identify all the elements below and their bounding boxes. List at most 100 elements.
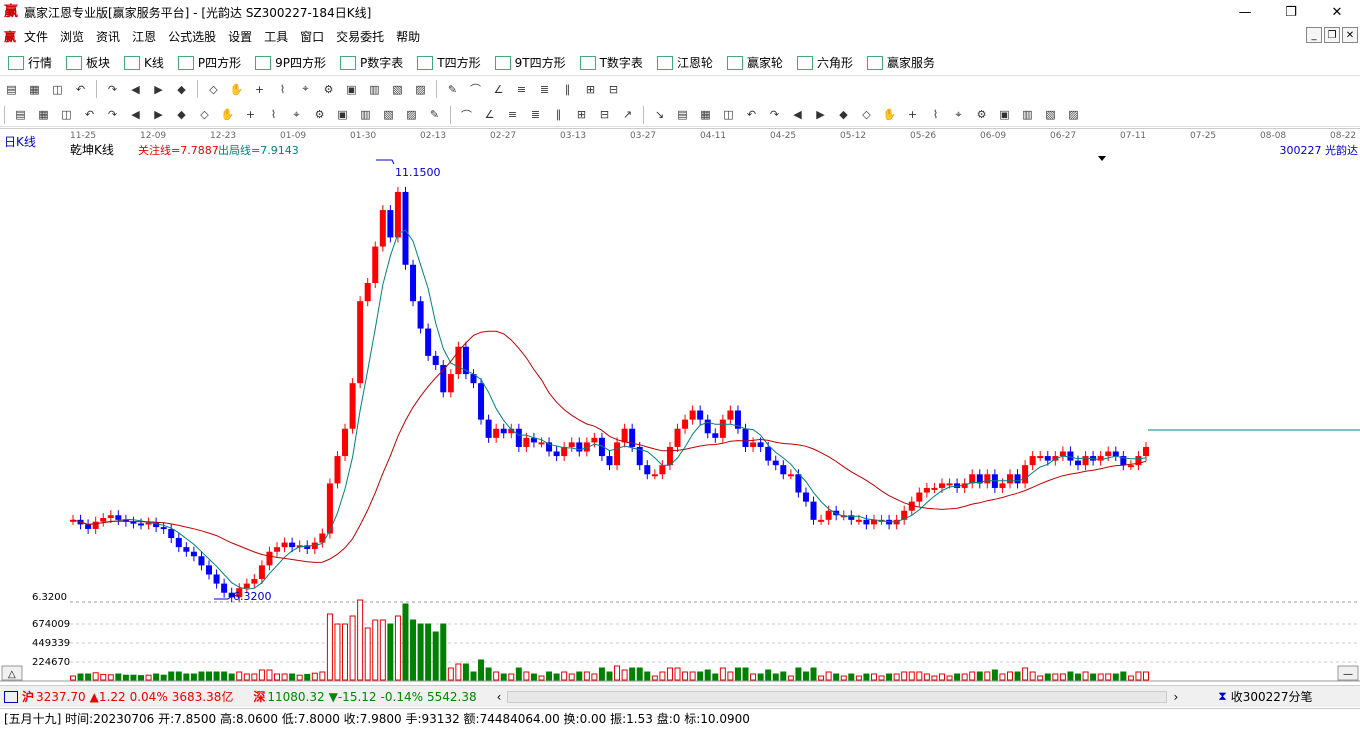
view-tool-20-icon[interactable]: ⌒ bbox=[468, 81, 484, 97]
toolbar-kline-button[interactable]: K线 bbox=[124, 54, 164, 71]
draw-tool-30-icon[interactable]: ▦ bbox=[698, 107, 714, 123]
tick-label[interactable]: 收300227分笔 bbox=[1231, 688, 1313, 705]
view-tool-26-icon[interactable]: ⊟ bbox=[606, 81, 622, 97]
view-tool-9-icon[interactable]: ◇ bbox=[206, 81, 222, 97]
draw-tool-23-icon[interactable]: ≣ bbox=[528, 107, 544, 123]
view-tool-16-icon[interactable]: ▥ bbox=[367, 81, 383, 97]
view-tool-6-icon[interactable]: ◀ bbox=[128, 81, 144, 97]
calendar-icon[interactable] bbox=[4, 690, 18, 703]
menu-formula[interactable]: 公式选股 bbox=[162, 28, 222, 45]
draw-tool-31-icon[interactable]: ◫ bbox=[721, 107, 737, 123]
view-tool-23-icon[interactable]: ≣ bbox=[537, 81, 553, 97]
minimize-button[interactable]: — bbox=[1222, 0, 1268, 24]
toolbar-p-square-button[interactable]: P四方形 bbox=[177, 54, 241, 71]
view-tool-3-icon[interactable]: ◫ bbox=[50, 81, 66, 97]
view-tool-14-icon[interactable]: ⚙ bbox=[321, 81, 337, 97]
draw-tool-41-icon[interactable]: ⌖ bbox=[951, 107, 967, 123]
menu-trade[interactable]: 交易委托 bbox=[330, 28, 390, 45]
draw-tool-10-icon[interactable]: ✋ bbox=[220, 107, 236, 123]
draw-tool-32-icon[interactable]: ↶ bbox=[744, 107, 760, 123]
view-tool-1-icon[interactable]: ▤ bbox=[4, 81, 20, 97]
menu-gann[interactable]: 江恩 bbox=[126, 28, 162, 45]
view-tool-8-icon[interactable]: ◆ bbox=[174, 81, 190, 97]
draw-tool-42-icon[interactable]: ⚙ bbox=[974, 107, 990, 123]
view-tool-13-icon[interactable]: ⌖ bbox=[298, 81, 314, 97]
draw-tool-26-icon[interactable]: ⊟ bbox=[597, 107, 613, 123]
toolbar-p-number-button[interactable]: P数字表 bbox=[340, 54, 403, 71]
close-button[interactable]: ✕ bbox=[1314, 0, 1360, 24]
view-tool-11-icon[interactable]: + bbox=[252, 81, 268, 97]
maximize-button[interactable]: ❐ bbox=[1268, 0, 1314, 24]
mdi-minimize-button[interactable]: _ bbox=[1306, 27, 1322, 43]
draw-tool-37-icon[interactable]: ◇ bbox=[859, 107, 875, 123]
draw-tool-36-icon[interactable]: ◆ bbox=[836, 107, 852, 123]
draw-tool-46-icon[interactable]: ▨ bbox=[1066, 107, 1082, 123]
hscroll-left-icon[interactable]: ‹ bbox=[497, 690, 502, 704]
draw-tool-3-icon[interactable]: ◫ bbox=[59, 107, 75, 123]
view-tool-15-icon[interactable]: ▣ bbox=[344, 81, 360, 97]
draw-tool-45-icon[interactable]: ▧ bbox=[1043, 107, 1059, 123]
toolbar-t-number-button[interactable]: T数字表 bbox=[579, 54, 643, 71]
draw-tool-6-icon[interactable]: ◀ bbox=[128, 107, 144, 123]
toolbar-winner-service-button[interactable]: 赢家服务 bbox=[866, 54, 935, 71]
draw-tool-8-icon[interactable]: ◆ bbox=[174, 107, 190, 123]
menu-tools[interactable]: 工具 bbox=[258, 28, 294, 45]
draw-tool-16-icon[interactable]: ▥ bbox=[358, 107, 374, 123]
menu-news[interactable]: 资讯 bbox=[90, 28, 126, 45]
kline-chart[interactable]: 11-25 12-09 12-23 01-09 01-30 02-13 02-27 03-13… bbox=[0, 128, 1360, 684]
draw-tool-13-icon[interactable]: ⌖ bbox=[289, 107, 305, 123]
toolbar-gann-wheel-button[interactable]: 江恩轮 bbox=[656, 54, 713, 71]
view-tool-7-icon[interactable]: ▶ bbox=[151, 81, 167, 97]
draw-tool-35-icon[interactable]: ▶ bbox=[813, 107, 829, 123]
view-tool-22-icon[interactable]: ≡ bbox=[514, 81, 530, 97]
draw-tool-22-icon[interactable]: ≡ bbox=[505, 107, 521, 123]
toolbar-9p-square-button[interactable]: 9P四方形 bbox=[255, 54, 326, 71]
draw-tool-5-icon[interactable]: ↷ bbox=[105, 107, 121, 123]
draw-tool-21-icon[interactable]: ∠ bbox=[482, 107, 498, 123]
mdi-close-button[interactable]: ✕ bbox=[1342, 27, 1358, 43]
toolbar-winner-wheel-button[interactable]: 赢家轮 bbox=[726, 54, 783, 71]
view-tool-19-icon[interactable]: ✎ bbox=[445, 81, 461, 97]
draw-tool-43-icon[interactable]: ▣ bbox=[997, 107, 1013, 123]
draw-tool-4-icon[interactable]: ↶ bbox=[82, 107, 98, 123]
draw-tool-33-icon[interactable]: ↷ bbox=[767, 107, 783, 123]
draw-tool-39-icon[interactable]: + bbox=[905, 107, 921, 123]
draw-tool-18-icon[interactable]: ▨ bbox=[404, 107, 420, 123]
draw-tool-12-icon[interactable]: ⌇ bbox=[266, 107, 282, 123]
draw-tool-28-icon[interactable]: ↘ bbox=[652, 107, 668, 123]
draw-tool-44-icon[interactable]: ▥ bbox=[1020, 107, 1036, 123]
draw-tool-34-icon[interactable]: ◀ bbox=[790, 107, 806, 123]
draw-tool-25-icon[interactable]: ⊞ bbox=[574, 107, 590, 123]
view-tool-10-icon[interactable]: ✋ bbox=[229, 81, 245, 97]
draw-tool-20-icon[interactable]: ⌒ bbox=[459, 107, 475, 123]
draw-tool-40-icon[interactable]: ⌇ bbox=[928, 107, 944, 123]
draw-tool-24-icon[interactable]: ∥ bbox=[551, 107, 567, 123]
hscroll-right-icon[interactable]: › bbox=[1173, 690, 1178, 704]
toolbar-sector-button[interactable]: 板块 bbox=[66, 54, 110, 71]
mdi-restore-button[interactable]: ❐ bbox=[1324, 27, 1340, 43]
view-tool-12-icon[interactable]: ⌇ bbox=[275, 81, 291, 97]
view-tool-25-icon[interactable]: ⊞ bbox=[583, 81, 599, 97]
view-tool-2-icon[interactable]: ▦ bbox=[27, 81, 43, 97]
draw-tool-15-icon[interactable]: ▣ bbox=[335, 107, 351, 123]
menu-help[interactable]: 帮助 bbox=[390, 28, 426, 45]
view-tool-24-icon[interactable]: ∥ bbox=[560, 81, 576, 97]
draw-tool-11-icon[interactable]: + bbox=[243, 107, 259, 123]
view-tool-4-icon[interactable]: ↶ bbox=[73, 81, 89, 97]
draw-tool-38-icon[interactable]: ✋ bbox=[882, 107, 898, 123]
draw-tool-7-icon[interactable]: ▶ bbox=[151, 107, 167, 123]
view-tool-17-icon[interactable]: ▧ bbox=[390, 81, 406, 97]
draw-tool-2-icon[interactable]: ▦ bbox=[36, 107, 52, 123]
view-tool-18-icon[interactable]: ▨ bbox=[413, 81, 429, 97]
toolbar-9t-square-button[interactable]: 9T四方形 bbox=[494, 54, 566, 71]
hscroll-track[interactable] bbox=[507, 690, 1168, 703]
menu-browse[interactable]: 浏览 bbox=[54, 28, 90, 45]
draw-tool-19-icon[interactable]: ✎ bbox=[427, 107, 443, 123]
view-tool-21-icon[interactable]: ∠ bbox=[491, 81, 507, 97]
draw-tool-29-icon[interactable]: ▤ bbox=[675, 107, 691, 123]
draw-tool-27-icon[interactable]: ↗ bbox=[620, 107, 636, 123]
menu-file[interactable]: 文件 bbox=[18, 28, 54, 45]
draw-tool-14-icon[interactable]: ⚙ bbox=[312, 107, 328, 123]
draw-tool-17-icon[interactable]: ▧ bbox=[381, 107, 397, 123]
toolbar-hexagon-button[interactable]: 六角形 bbox=[796, 54, 853, 71]
